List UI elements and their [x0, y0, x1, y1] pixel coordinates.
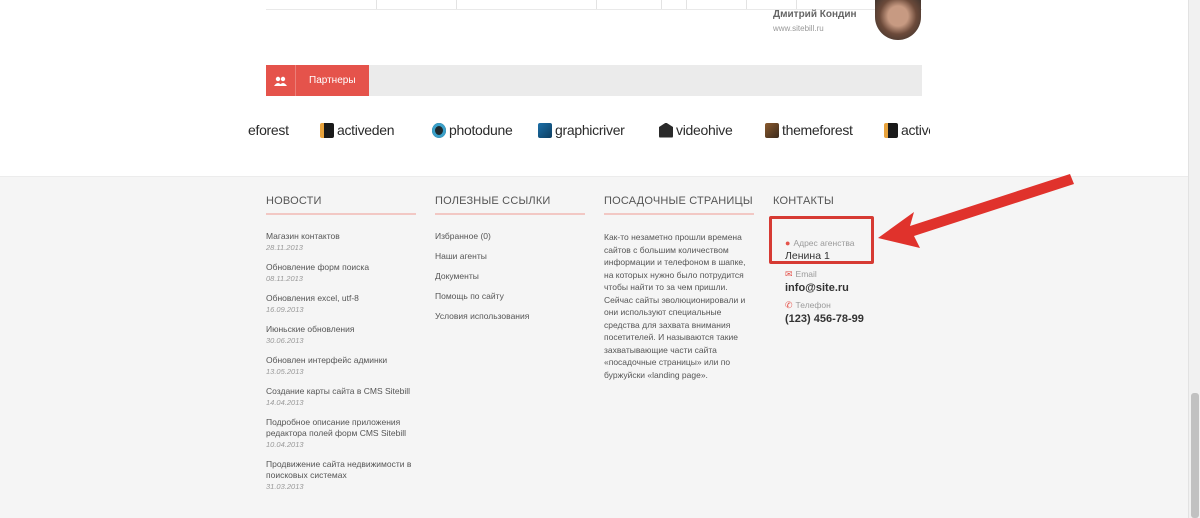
photodune-icon: [432, 122, 446, 138]
landing-title: ПОСАДОЧНЫЕ СТРАНИЦЫ: [604, 195, 754, 215]
logo-photodune[interactable]: photodune: [432, 118, 513, 142]
news-item[interactable]: Обновления excel, utf-8 16.09.2013: [266, 293, 416, 314]
scrollbar-thumb[interactable]: [1191, 393, 1199, 518]
logo-activeden-partial[interactable]: active: [884, 118, 930, 142]
phone-label: Телефон: [795, 300, 831, 310]
logo-themeforest-partial[interactable]: eforest: [248, 118, 289, 142]
themeforest-icon: [765, 122, 779, 138]
link-agents[interactable]: Наши агенты: [435, 251, 585, 271]
author-info: Дмитрий Кондин www.sitebill.ru: [773, 9, 857, 33]
phone-icon: ✆: [785, 300, 793, 310]
scrollbar[interactable]: [1188, 0, 1200, 518]
news-item[interactable]: Магазин контактов 28.11.2013: [266, 231, 416, 252]
top-section: Дмитрий Кондин www.sitebill.ru Партнеры …: [0, 0, 1200, 176]
logo-activeden[interactable]: activeden: [320, 118, 395, 142]
links-list: Избранное (0) Наши агенты Документы Помо…: [435, 231, 585, 331]
annotation-arrow: [878, 174, 1074, 248]
news-list: Магазин контактов 28.11.2013 Обновление ф…: [266, 231, 416, 491]
users-icon: [266, 65, 296, 96]
links-title: ПОЛЕЗНЫЕ ССЫЛКИ: [435, 195, 585, 215]
news-item[interactable]: Обновление форм поиска 08.11.2013: [266, 262, 416, 283]
logo-themeforest[interactable]: themeforest: [765, 118, 853, 142]
envelope-icon: ✉: [785, 269, 793, 279]
logo-graphicriver[interactable]: graphicriver: [538, 118, 625, 142]
partners-bar: Партнеры: [266, 65, 922, 96]
news-title: НОВОСТИ: [266, 195, 416, 215]
email-label: Email: [795, 269, 817, 279]
news-item[interactable]: Продвижение сайта недвижимости в поисков…: [266, 459, 416, 491]
landing-column: ПОСАДОЧНЫЕ СТРАНИЦЫ Как-то незаметно про…: [604, 195, 754, 381]
partner-logos: eforest activeden photodune graphicriver…: [248, 118, 930, 142]
link-terms[interactable]: Условия использования: [435, 311, 585, 331]
landing-text: Как-то незаметно прошли времена сайтов с…: [604, 232, 746, 380]
partners-tab[interactable]: Партнеры: [266, 65, 369, 96]
graphicriver-icon: [538, 122, 552, 138]
links-column: ПОЛЕЗНЫЕ ССЫЛКИ Избранное (0) Наши агент…: [435, 195, 585, 331]
phone-block: ✆ Телефон (123) 456-78-99: [785, 300, 864, 325]
news-item[interactable]: Подробное описание приложения редактора …: [266, 417, 416, 449]
news-column: НОВОСТИ Магазин контактов 28.11.2013 Обно…: [266, 195, 416, 501]
link-help[interactable]: Помощь по сайту: [435, 291, 585, 311]
link-documents[interactable]: Документы: [435, 271, 585, 291]
logo-videohive[interactable]: videohive: [659, 118, 733, 142]
avatar: [875, 0, 921, 40]
author-site[interactable]: www.sitebill.ru: [773, 24, 857, 33]
partners-label: Партнеры: [309, 75, 356, 86]
phone-value: (123) 456-78-99: [785, 313, 864, 325]
news-item[interactable]: Создание карты сайта в CMS Sitebill 14.04…: [266, 386, 416, 407]
activeden-icon: [320, 122, 334, 138]
videohive-icon: [659, 122, 673, 138]
link-favorites[interactable]: Избранное (0): [435, 231, 585, 251]
email-block: ✉ Email info@site.ru: [785, 269, 849, 294]
annotation-highlight-box: [769, 216, 874, 264]
news-item[interactable]: Обновлен интерфейс админки 13.05.2013: [266, 355, 416, 376]
news-item[interactable]: Июньские обновления 30.06.2013: [266, 324, 416, 345]
email-value[interactable]: info@site.ru: [785, 282, 849, 294]
activeden-icon: [884, 122, 898, 138]
author-name: Дмитрий Кондин: [773, 9, 857, 20]
